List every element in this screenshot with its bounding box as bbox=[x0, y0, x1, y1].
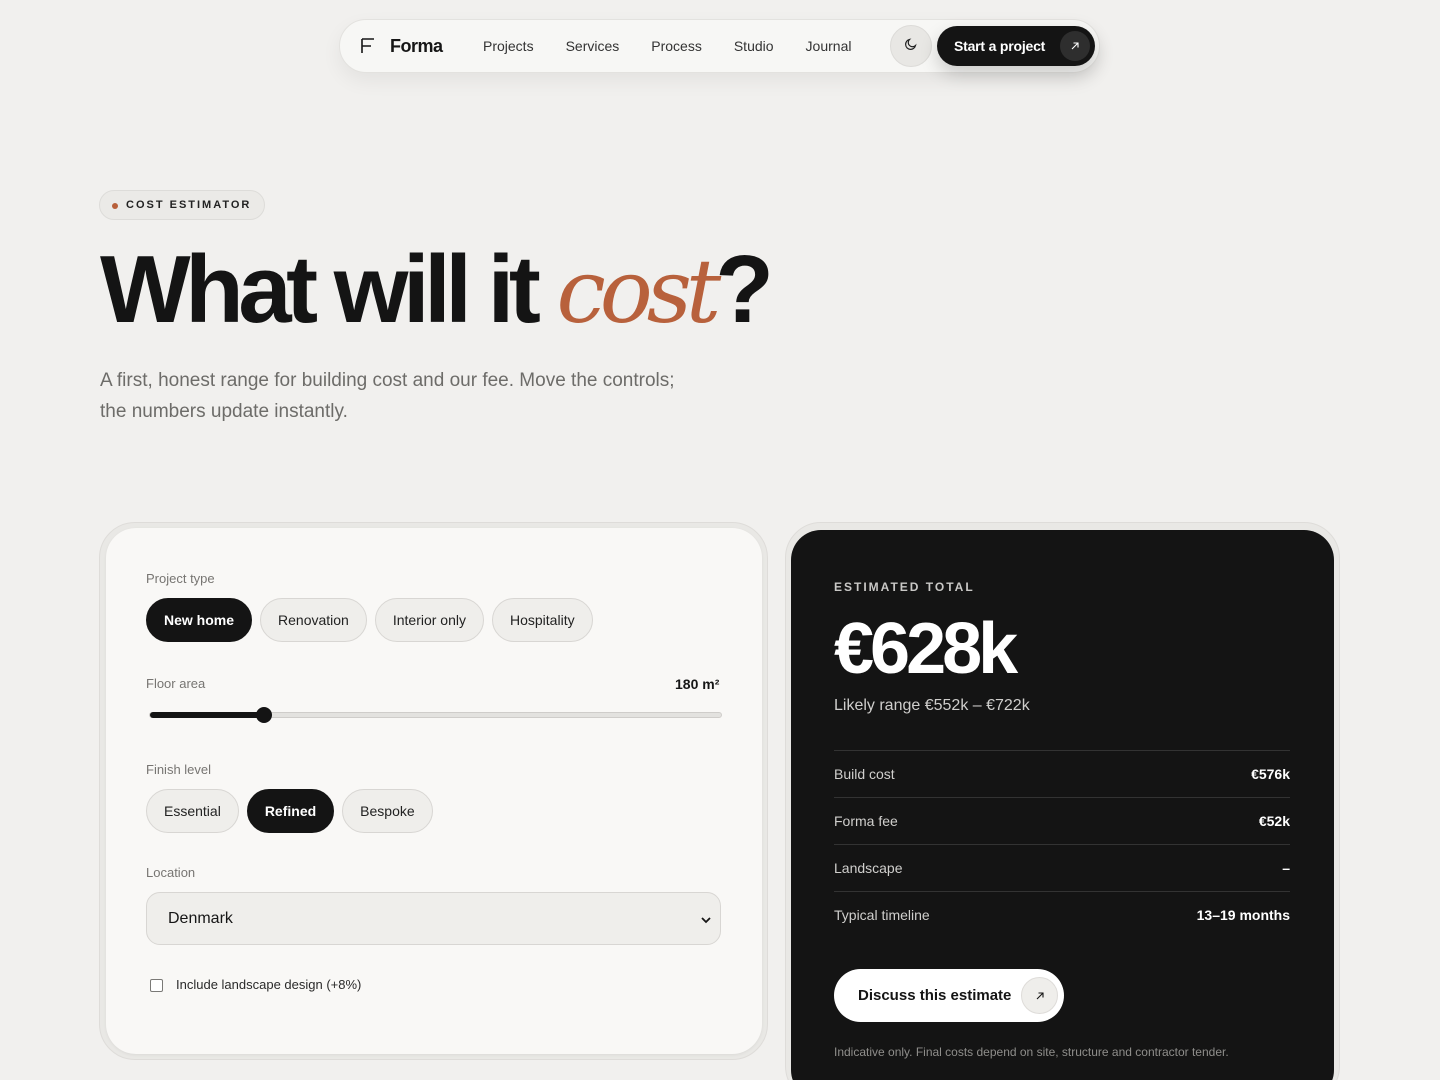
eyebrow-label: COST ESTIMATOR bbox=[126, 199, 252, 211]
eyebrow-badge: COST ESTIMATOR bbox=[99, 190, 266, 220]
landscape-checkbox[interactable] bbox=[150, 979, 163, 992]
breakdown-value: 13–19 months bbox=[1196, 907, 1290, 923]
breakdown-row-timeline: Typical timeline 13–19 months bbox=[834, 891, 1290, 938]
nav-link-studio[interactable]: Studio bbox=[734, 38, 774, 54]
chevron-down-icon bbox=[700, 913, 712, 931]
location-label: Location bbox=[146, 865, 196, 880]
finish-level-options: Essential Refined Bespoke bbox=[146, 789, 441, 833]
brand-name: Forma bbox=[390, 35, 443, 56]
project-type-renovation[interactable]: Renovation bbox=[260, 598, 367, 642]
nav-link-services[interactable]: Services bbox=[566, 38, 620, 54]
discuss-estimate-label: Discuss this estimate bbox=[858, 987, 1012, 1004]
estimated-total-value: €628k bbox=[834, 609, 1018, 689]
finish-refined[interactable]: Refined bbox=[246, 789, 335, 833]
arrow-up-right-icon bbox=[1021, 977, 1058, 1014]
estimated-range: Likely range €552k – €722k bbox=[834, 697, 1030, 714]
breakdown-row-build-cost: Build cost €576k bbox=[834, 750, 1290, 797]
disclaimer-text: Indicative only. Final costs depend on s… bbox=[834, 1045, 1229, 1059]
project-type-options: New home Renovation Interior only Hospit… bbox=[146, 598, 601, 642]
finish-level-label: Finish level bbox=[146, 762, 212, 777]
nav-links: Projects Services Process Studio Journal bbox=[483, 20, 883, 72]
landscape-checkbox-label[interactable]: Include landscape design (+8%) bbox=[176, 977, 361, 992]
page-title: What will it cost? bbox=[100, 240, 774, 343]
finish-essential[interactable]: Essential bbox=[146, 789, 239, 833]
breakdown-row-forma-fee: Forma fee €52k bbox=[834, 797, 1290, 844]
project-type-hospitality[interactable]: Hospitality bbox=[492, 598, 593, 642]
floor-area-value: 180 m² bbox=[675, 676, 720, 692]
project-type-interior-only[interactable]: Interior only bbox=[374, 598, 484, 642]
location-value: Denmark bbox=[168, 909, 233, 927]
slider-fill bbox=[150, 712, 265, 718]
nav-link-process[interactable]: Process bbox=[651, 38, 702, 54]
discuss-estimate-button[interactable]: Discuss this estimate bbox=[834, 969, 1064, 1022]
nav-link-journal[interactable]: Journal bbox=[806, 38, 852, 54]
project-type-label: Project type bbox=[146, 571, 215, 586]
estimated-total-label: ESTIMATED TOTAL bbox=[834, 580, 975, 594]
finish-bespoke[interactable]: Bespoke bbox=[342, 789, 433, 833]
moon-icon bbox=[904, 37, 918, 56]
location-select[interactable]: Denmark bbox=[146, 892, 721, 945]
project-type-new-home[interactable]: New home bbox=[146, 598, 253, 642]
floor-area-slider[interactable] bbox=[149, 707, 722, 723]
breakdown-row-landscape: Landscape – bbox=[834, 844, 1290, 891]
title-part2: ? bbox=[715, 236, 774, 343]
breakdown-value: – bbox=[1282, 860, 1290, 876]
brand[interactable]: Forma bbox=[360, 20, 443, 72]
breakdown-label: Typical timeline bbox=[834, 907, 930, 923]
floor-area-label: Floor area bbox=[146, 676, 206, 691]
brand-logo-icon bbox=[360, 38, 376, 54]
title-accent: cost bbox=[556, 240, 721, 343]
eyebrow-dot bbox=[112, 203, 118, 209]
breakdown-value: €576k bbox=[1251, 766, 1290, 782]
top-nav: Forma Projects Services Process Studio J… bbox=[339, 19, 1100, 73]
page-subtitle: A first, honest range for building cost … bbox=[100, 370, 675, 422]
breakdown-label: Build cost bbox=[834, 766, 895, 782]
breakdown-value: €52k bbox=[1258, 813, 1290, 829]
arrow-up-right-icon bbox=[1060, 31, 1090, 61]
breakdown-label: Landscape bbox=[834, 860, 903, 876]
breakdown-label: Forma fee bbox=[834, 813, 898, 829]
theme-toggle-button[interactable] bbox=[890, 25, 932, 67]
start-project-button[interactable]: Start a project bbox=[937, 26, 1095, 66]
start-project-label: Start a project bbox=[954, 38, 1046, 54]
nav-link-projects[interactable]: Projects bbox=[483, 38, 534, 54]
cost-breakdown: Build cost €576k Forma fee €52k Landscap… bbox=[834, 750, 1290, 938]
title-part1: What will it bbox=[100, 236, 557, 343]
